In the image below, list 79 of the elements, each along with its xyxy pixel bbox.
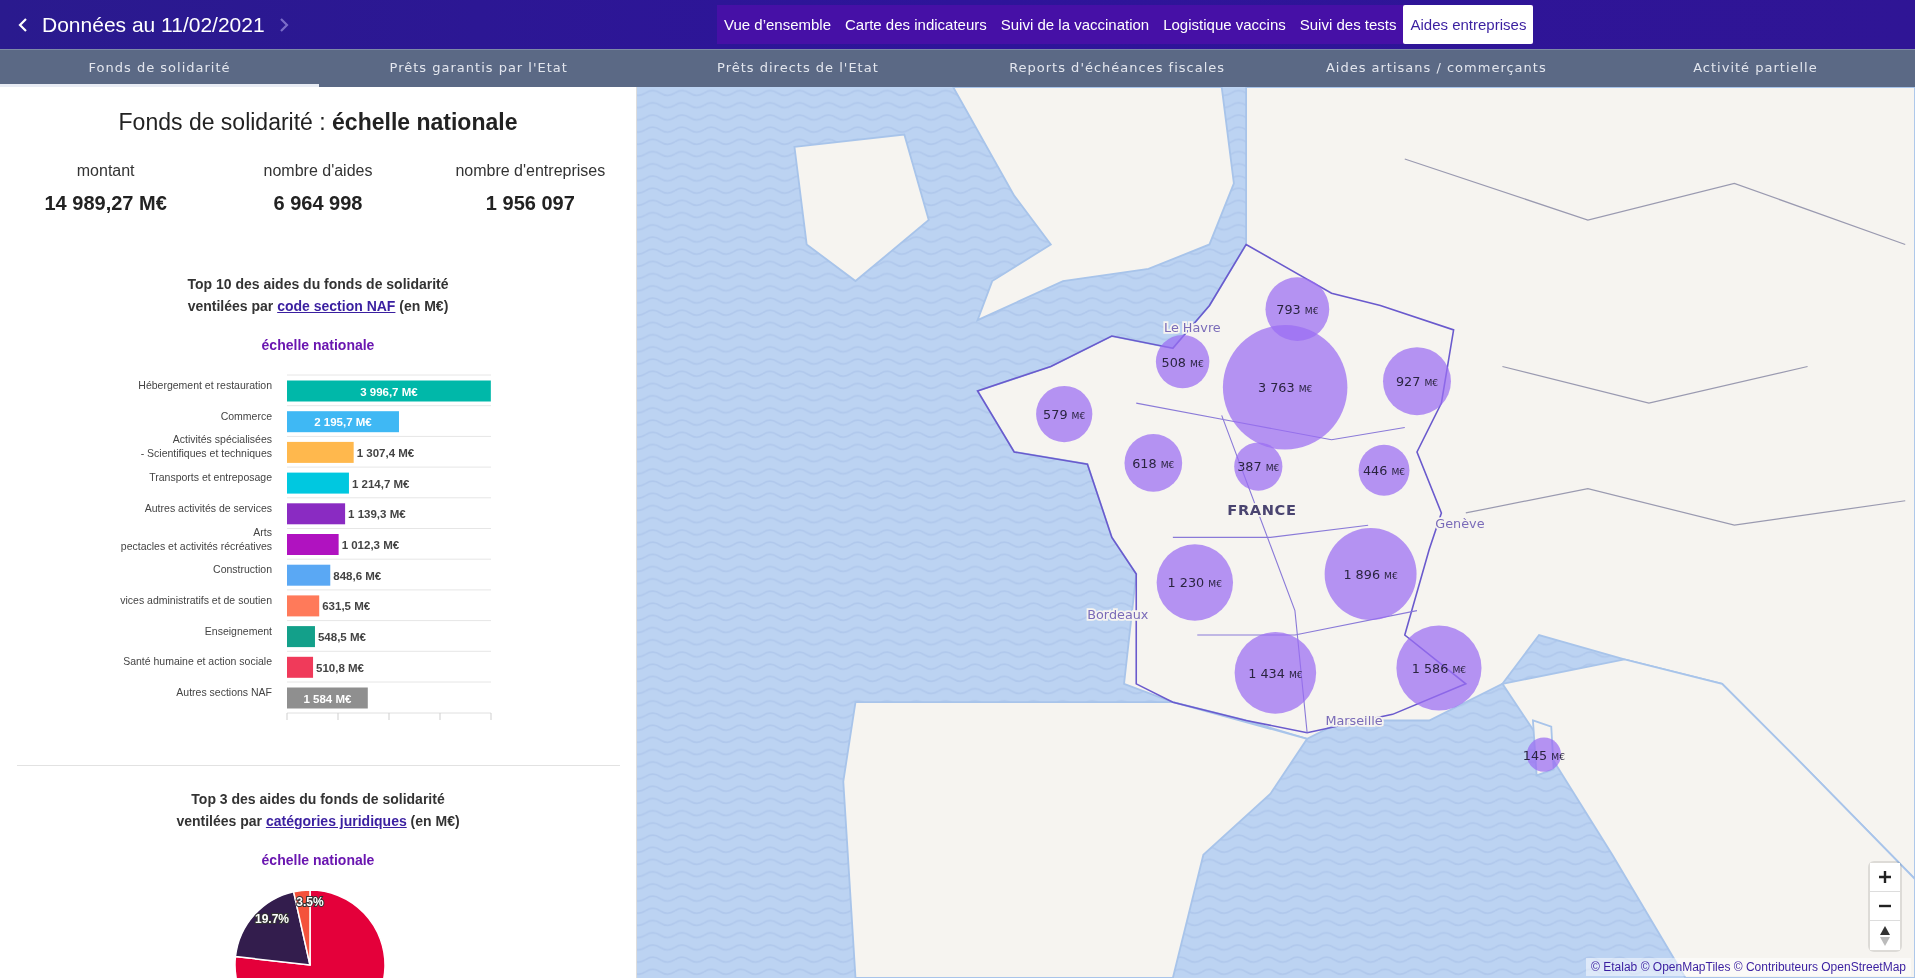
- chart-title: Top 10 des aides du fonds de solidarité ventilées par code section NAF (en M€): [187, 275, 449, 316]
- bar: 1 307,4 M€: [286, 441, 414, 463]
- map-bubble[interactable]: 1 896 M€: [1324, 528, 1417, 620]
- sub-tab[interactable]: Activité partielle: [1595, 50, 1915, 87]
- stat-label: nombre d'aides: [263, 162, 373, 180]
- data-label: 631,5 M€: [321, 600, 371, 613]
- map-attribution[interactable]: © Etalab © OpenMapTiles © Contributeurs OpenStreetMap: [1586, 958, 1911, 976]
- stat-label: montant: [76, 162, 135, 180]
- bar: 1 012,3 M€: [286, 534, 399, 555]
- zoom-in-button[interactable]: [1870, 863, 1900, 892]
- map-bubble[interactable]: 579 M€: [1036, 386, 1093, 443]
- bar: 1 139,3 M€: [286, 503, 406, 525]
- naf-link[interactable]: code section NAF: [277, 298, 396, 314]
- data-label: 1 584 M€: [302, 692, 352, 705]
- data-label: 2 195,7 M€: [313, 416, 372, 429]
- map-bubble[interactable]: 927 M€: [1383, 347, 1451, 416]
- map-bubble[interactable]: 387 M€: [1234, 442, 1283, 491]
- bar-label: Transports et entreposage: [148, 471, 272, 484]
- data-label: 1 012,3 M€: [341, 539, 400, 551]
- data-label: 510,8 M€: [315, 661, 365, 674]
- bar: 848,6 M€: [286, 564, 381, 586]
- data-label: 1 214,7 M€: [351, 477, 410, 490]
- bar: 2 195,7 M€: [286, 411, 399, 433]
- bar: [286, 472, 349, 494]
- map-place-label: FRANCE: [1227, 501, 1297, 519]
- stat-value: 6 964 998: [273, 192, 363, 215]
- bar: 510,8 M€: [286, 656, 364, 678]
- stat-label: nombre d'entreprises: [455, 162, 606, 180]
- compass-icon: [1880, 925, 1890, 946]
- chart-title: Top 3 des aides du fonds de solidarité ventilées par catégories juridiques (en M€): [176, 790, 460, 831]
- sub-tab[interactable]: Prêts garantis par l'Etat: [319, 50, 639, 87]
- bar: 1 584 M€: [286, 687, 368, 709]
- bar-label: Activités spécialisées - Scientifiques et techniques: [140, 433, 272, 460]
- categories-link[interactable]: catégories juridiques: [265, 813, 407, 829]
- chevron-left-icon[interactable]: [18, 16, 28, 33]
- bar: 631,5 M€: [286, 595, 370, 617]
- pie-label: 19.7%: [254, 912, 289, 926]
- bar: 548,5 M€: [286, 626, 366, 648]
- sub-tab[interactable]: Reports d'échéances fiscales: [957, 50, 1277, 87]
- scale-label: échelle nationale: [261, 852, 375, 868]
- map-bubble[interactable]: 508 M€: [1155, 334, 1210, 389]
- bar: [286, 595, 319, 617]
- map-bubble[interactable]: 618 M€: [1124, 434, 1183, 492]
- bar: [286, 534, 339, 555]
- stat-value: 14 989,27 M€: [44, 192, 167, 215]
- map-bubble[interactable]: 1 586 M€: [1396, 625, 1482, 711]
- bar: [286, 441, 354, 463]
- bar: [286, 564, 330, 586]
- bar: [286, 503, 345, 525]
- plus-icon: [1879, 871, 1891, 883]
- date-title: Données au 11/02/2021: [42, 12, 265, 37]
- scale-label: échelle nationale: [261, 337, 375, 353]
- map-bubble[interactable]: 446 M€: [1358, 444, 1410, 496]
- sub-tab[interactable]: Prêts directs de l'Etat: [638, 50, 958, 87]
- sub-tab[interactable]: Aides artisans / commerçants: [1276, 50, 1596, 87]
- bar-label: Autres activités de services: [144, 501, 272, 514]
- data-label: 1 139,3 M€: [347, 508, 406, 521]
- bar: [286, 656, 313, 678]
- data-label: 548,5 M€: [317, 631, 367, 644]
- map-bubble[interactable]: 1 230 M€: [1156, 544, 1234, 621]
- bar-label: Hébergement et restauration: [137, 379, 272, 391]
- bar-label: Enseignement: [204, 624, 272, 637]
- data-label: 3 996,7 M€: [359, 385, 418, 398]
- bar: [286, 626, 315, 648]
- nav-tab[interactable]: Aides entreprises: [1403, 5, 1534, 44]
- bar: 3 996,7 M€: [286, 380, 491, 402]
- bar-label: Construction: [212, 563, 272, 576]
- panel-title: Fonds de solidarité : échelle nationale: [118, 109, 518, 136]
- bar-label: Autres sections NAF: [175, 686, 272, 698]
- bar-label: Commerce: [220, 409, 272, 422]
- stat-value: 1 956 097: [485, 192, 575, 215]
- bar-label: vices administratifs et de soutien: [119, 593, 272, 606]
- bar: 1 214,7 M€: [286, 472, 409, 494]
- bar-label: Arts pectacles et activités récréatives: [120, 525, 272, 552]
- data-label: 1 307,4 M€: [356, 446, 415, 459]
- map-bubble[interactable]: 3 763 M€: [1222, 325, 1348, 450]
- map-bubble[interactable]: 1 434 M€: [1234, 632, 1317, 714]
- bar-label: Santé humaine et action sociale: [122, 655, 272, 668]
- data-label: 848,6 M€: [332, 569, 382, 582]
